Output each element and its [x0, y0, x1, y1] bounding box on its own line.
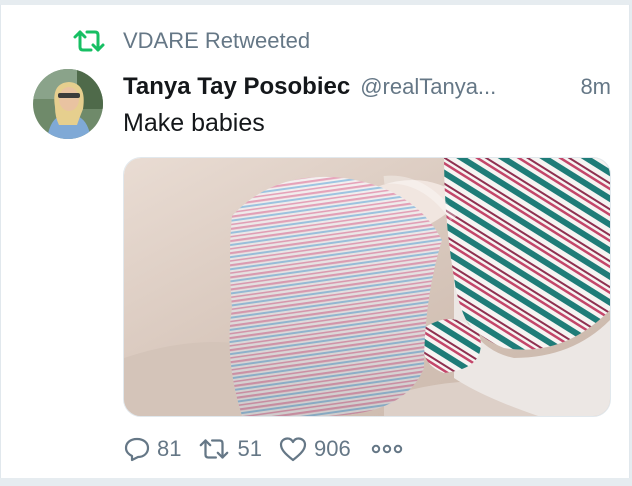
tweet-timestamp[interactable]: 8m — [580, 74, 611, 100]
heart-icon — [279, 437, 307, 462]
retweet-context: VDARE Retweeted — [71, 27, 310, 55]
retweet-icon — [200, 439, 229, 459]
tweet-actions: 81 51 906 — [123, 435, 403, 463]
author-name[interactable]: Tanya Tay Posobiec — [123, 73, 350, 101]
retweet-button[interactable]: 51 — [197, 435, 262, 463]
author-handle[interactable]: @realTanya... — [360, 74, 496, 100]
retweet-context-label: VDARE Retweeted — [123, 28, 311, 53]
avatar[interactable] — [33, 69, 103, 139]
more-icon — [371, 444, 402, 454]
like-count: 906 — [313, 436, 351, 461]
more-button[interactable] — [371, 443, 403, 455]
tweet-card[interactable]: VDARE Retweeted Tanya Tay Posobiec @real… — [0, 4, 630, 478]
photo — [124, 158, 610, 416]
reply-icon — [124, 437, 150, 462]
tweet-media-photo[interactable] — [123, 157, 611, 417]
retweet-icon — [73, 30, 105, 52]
avatar-image — [33, 69, 103, 139]
reply-button[interactable]: 81 — [123, 435, 181, 463]
reply-count: 81 — [157, 436, 182, 461]
retweet-count: 51 — [237, 436, 262, 461]
tweet-header: Tanya Tay Posobiec @realTanya... 8m — [123, 73, 611, 101]
like-button[interactable]: 906 — [278, 435, 351, 463]
tweet-text: Make babies — [123, 109, 265, 137]
